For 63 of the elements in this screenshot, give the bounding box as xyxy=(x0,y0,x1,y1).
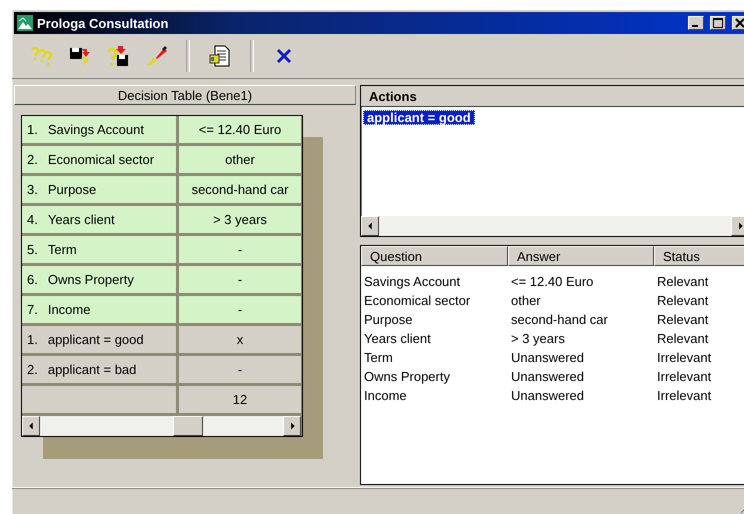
status-text: Relevant xyxy=(656,330,710,348)
condition-cell[interactable]: 4. Years client xyxy=(22,206,176,233)
column-header[interactable]: Answer xyxy=(508,246,654,266)
column-header[interactable]: Status xyxy=(654,246,744,266)
scroll-left-button[interactable] xyxy=(361,216,379,236)
condition-cell[interactable]: 3. Purpose xyxy=(22,176,176,203)
condition-cell[interactable]: 2. Economical sector xyxy=(22,146,176,173)
answer-text: second-hand car xyxy=(510,311,609,329)
question-text: Owns Property xyxy=(363,368,451,386)
question-text: Economical sector xyxy=(363,292,472,310)
action-value-cell[interactable]: x xyxy=(179,326,301,353)
condition-value-cell[interactable]: - xyxy=(179,296,301,323)
maximize-button[interactable] xyxy=(710,16,726,30)
answer-text: > 3 years xyxy=(510,330,566,348)
status-text: Irrelevant xyxy=(656,368,712,386)
action-cell[interactable]: 2. applicant = bad xyxy=(22,356,176,383)
status-text: Irrelevant xyxy=(656,387,712,405)
scroll-thumb[interactable] xyxy=(173,416,203,436)
scroll-right-button[interactable] xyxy=(283,416,301,436)
condition-value-cell[interactable]: other xyxy=(179,146,301,173)
rule-number-cell: 12 xyxy=(179,386,301,413)
maximize-icon xyxy=(713,18,723,28)
panel-header: Decision Table (Bene1) xyxy=(14,85,356,105)
answer-text: <= 12.40 Euro xyxy=(510,273,594,291)
close-button[interactable] xyxy=(732,16,744,30)
minimize-button[interactable] xyxy=(688,16,704,30)
question-text: Term xyxy=(363,349,394,367)
minimize-icon xyxy=(692,25,698,27)
status-text: Relevant xyxy=(656,311,710,329)
left-arrow-icon xyxy=(29,422,33,430)
condition-cell[interactable]: 5. Term xyxy=(22,236,176,263)
action-item[interactable]: applicant = good xyxy=(363,110,475,125)
window-title: Prologa Consultation xyxy=(37,16,168,30)
answer-text: Unanswered xyxy=(510,368,585,386)
question-text: Purpose xyxy=(363,311,414,329)
close-icon xyxy=(735,18,744,28)
left-arrow-icon xyxy=(368,222,372,230)
answer-text: Unanswered xyxy=(510,387,585,405)
answer-text: Unanswered xyxy=(510,349,585,367)
status-text: Relevant xyxy=(656,273,710,291)
condition-cell[interactable]: 1. Savings Account xyxy=(22,116,176,143)
condition-value-cell[interactable]: <= 12.40 Euro xyxy=(179,116,301,143)
action-cell[interactable]: 1. applicant = good xyxy=(22,326,176,353)
scroll-right-button[interactable] xyxy=(731,216,744,236)
question-text: Savings Account xyxy=(363,273,462,291)
right-arrow-icon xyxy=(291,422,295,430)
condition-value-cell[interactable]: - xyxy=(179,266,301,293)
question-text: Years client xyxy=(363,330,432,348)
action-value-cell[interactable]: - xyxy=(179,356,301,383)
condition-value-cell[interactable]: > 3 years xyxy=(179,206,301,233)
question-text: Income xyxy=(363,387,408,405)
panel-header: Actions xyxy=(361,86,744,107)
column-header[interactable]: Question xyxy=(361,246,508,266)
app-icon xyxy=(17,15,33,31)
right-arrow-icon xyxy=(739,222,743,230)
condition-value-cell[interactable]: second-hand car xyxy=(179,176,301,203)
answer-text: other xyxy=(510,292,542,310)
condition-value-cell[interactable]: - xyxy=(179,236,301,263)
status-text: Relevant xyxy=(656,292,710,310)
condition-cell[interactable]: 6. Owns Property xyxy=(22,266,176,293)
status-text: Irrelevant xyxy=(656,349,712,367)
scroll-left-button[interactable] xyxy=(22,416,40,436)
condition-cell[interactable]: 7. Income xyxy=(22,296,176,323)
